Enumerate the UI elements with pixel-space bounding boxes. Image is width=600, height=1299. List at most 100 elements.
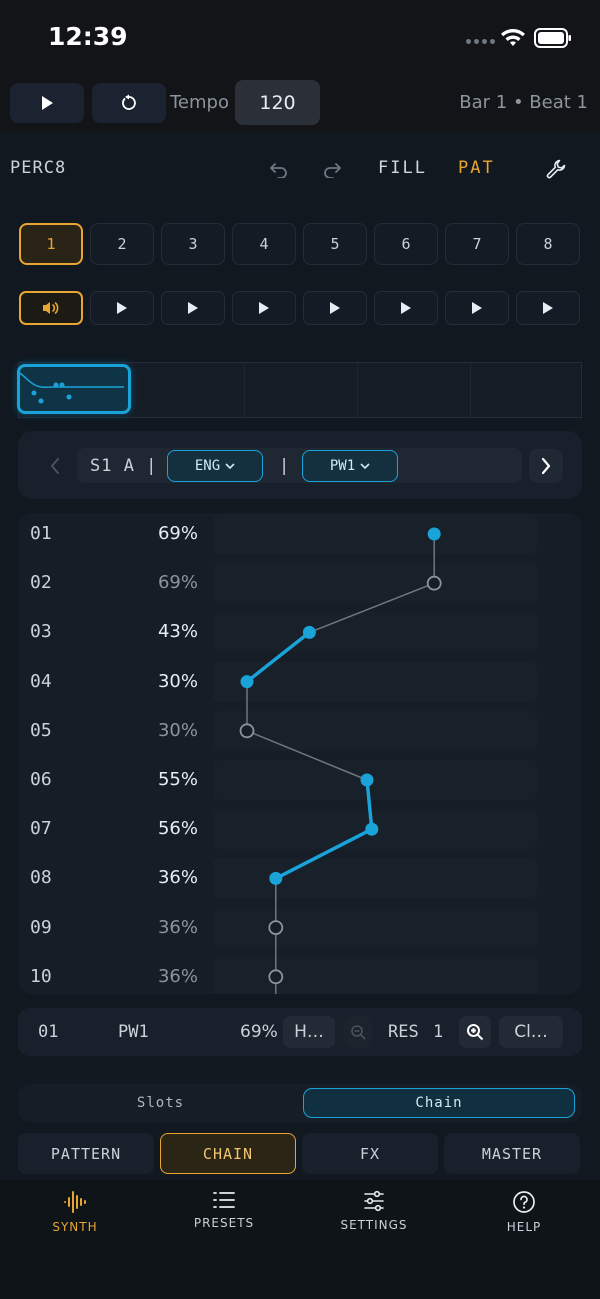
slot-audition-button-1[interactable] <box>19 291 83 325</box>
engine-dropdown[interactable]: ENG <box>167 450 263 482</box>
step-point-active[interactable] <box>269 871 283 885</box>
step-point-inactive[interactable] <box>268 920 284 936</box>
step-point-inactive[interactable] <box>426 575 442 591</box>
reset-button[interactable] <box>92 83 166 123</box>
waveform-preview-icon <box>19 372 124 404</box>
transport-bar: Tempo 120 Bar 1 • Beat 1 <box>0 78 600 132</box>
sliders-icon <box>364 1190 384 1212</box>
zoom-in-button[interactable] <box>459 1016 491 1048</box>
slot-button-3[interactable]: 3 <box>161 223 225 265</box>
tab-synth-label: SYNTH <box>52 1220 98 1234</box>
bar-beat-readout: Bar 1 • Beat 1 <box>459 92 588 113</box>
tab-presets[interactable]: PRESETS <box>164 1190 284 1230</box>
step-point-inactive[interactable] <box>268 969 284 985</box>
play-icon <box>188 302 198 314</box>
reset-icon <box>122 94 136 110</box>
step-point-active[interactable] <box>365 822 379 836</box>
play-icon <box>42 96 53 110</box>
waveform-icon <box>64 1191 86 1213</box>
chevron-left-icon <box>51 458 59 474</box>
slot-play-button-2[interactable] <box>90 291 154 325</box>
step-point-active[interactable] <box>427 527 441 541</box>
zoom-out-button[interactable] <box>344 1016 372 1048</box>
step-point-active[interactable] <box>360 773 374 787</box>
play-icon <box>330 302 340 314</box>
mode-tab-chain[interactable]: CHAIN <box>160 1133 296 1174</box>
curve-segment <box>275 827 373 880</box>
res-label: RES <box>388 1022 419 1042</box>
battery-icon <box>534 28 571 48</box>
selector-separator: | <box>279 456 290 476</box>
play-button[interactable] <box>10 83 84 123</box>
engine-label: ENG <box>194 458 221 474</box>
curve-segment <box>365 779 374 830</box>
segment-slots[interactable]: Slots <box>22 1088 299 1118</box>
mode-tab-pattern[interactable]: PATTERN <box>18 1133 154 1174</box>
step-value-graph[interactable]: 01 69% 02 69% 03 43% 04 30% 05 30% 06 55% 07 56% 08 36%… <box>18 513 582 994</box>
slot-play-button-5[interactable] <box>303 291 367 325</box>
chevron-right-icon <box>541 457 551 475</box>
step-point-inactive[interactable] <box>239 723 255 739</box>
slot-button-2[interactable]: 2 <box>90 223 154 265</box>
redo-icon <box>324 163 341 178</box>
slot-button-1[interactable]: 1 <box>19 223 83 265</box>
speaker-icon <box>43 302 59 314</box>
wrench-icon <box>546 159 566 179</box>
play-icon <box>543 302 553 314</box>
info-param: PW1 <box>118 1022 149 1042</box>
slot-button-6[interactable]: 6 <box>374 223 438 265</box>
mode-tab-fx[interactable]: FX <box>302 1133 438 1174</box>
pat-button[interactable]: PAT <box>458 158 495 178</box>
h-button[interactable]: H… <box>283 1016 335 1048</box>
clear-button[interactable]: Cl… <box>499 1016 563 1048</box>
play-icon <box>117 302 127 314</box>
slot-play-button-4[interactable] <box>232 291 296 325</box>
slot-play-button-8[interactable] <box>516 291 580 325</box>
waveform-thumbnail-selected[interactable] <box>17 364 131 414</box>
slot-button-8[interactable]: 8 <box>516 223 580 265</box>
step-point-active[interactable] <box>302 625 316 639</box>
status-time: 12:39 <box>48 22 128 51</box>
tab-synth[interactable]: SYNTH <box>15 1190 135 1234</box>
info-value: 69% <box>240 1022 278 1042</box>
chevron-down-icon <box>225 462 235 469</box>
curve-segment <box>246 730 368 781</box>
tab-presets-label: PRESETS <box>193 1216 255 1230</box>
fill-button[interactable]: FILL <box>378 158 427 178</box>
wifi-icon <box>501 29 525 46</box>
chevron-down-icon <box>360 462 370 469</box>
slot-play-button-6[interactable] <box>374 291 438 325</box>
selector-label: S1 A | <box>90 456 158 476</box>
slot-button-4[interactable]: 4 <box>232 223 296 265</box>
tab-help-label: HELP <box>506 1220 542 1234</box>
instrument-name: PERC8 <box>10 158 67 178</box>
mode-tab-master[interactable]: MASTER <box>444 1133 580 1174</box>
curve-segment <box>245 631 311 683</box>
step-curve <box>239 527 442 994</box>
tempo-label: Tempo <box>170 92 229 113</box>
undo-button[interactable] <box>266 156 292 182</box>
next-button[interactable] <box>529 449 563 483</box>
tempo-input[interactable]: 120 <box>235 80 320 125</box>
redo-button[interactable] <box>319 156 345 182</box>
param-dropdown[interactable]: PW1 <box>302 450 398 482</box>
tab-settings-label: SETTINGS <box>340 1218 408 1232</box>
info-step: 01 <box>38 1022 59 1042</box>
tab-help[interactable]: HELP <box>464 1190 584 1234</box>
step-point-active[interactable] <box>240 675 254 689</box>
previous-button[interactable] <box>44 453 66 479</box>
play-icon <box>401 302 411 314</box>
slot-play-button-7[interactable] <box>445 291 509 325</box>
slot-button-7[interactable]: 7 <box>445 223 509 265</box>
param-label: PW1 <box>329 458 356 474</box>
zoom-in-icon <box>467 1024 484 1041</box>
undo-icon <box>270 163 287 178</box>
slot-play-button-3[interactable] <box>161 291 225 325</box>
tab-settings[interactable]: SETTINGS <box>314 1190 434 1232</box>
slot-button-5[interactable]: 5 <box>303 223 367 265</box>
settings-wrench-button[interactable] <box>543 156 569 182</box>
res-value: 1 <box>433 1022 444 1042</box>
signal-dots-icon <box>466 39 495 44</box>
curve-segment <box>309 582 435 634</box>
segment-chain[interactable]: Chain <box>303 1088 575 1118</box>
